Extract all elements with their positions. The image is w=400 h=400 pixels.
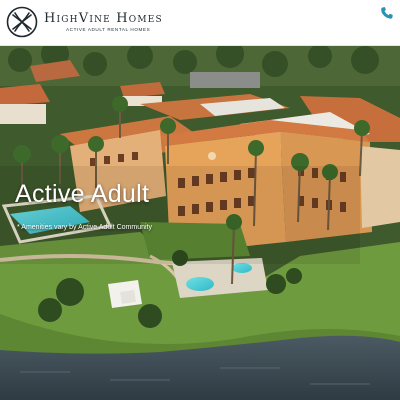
hero-subtitle: * Amenities vary by Active Adult Communi… [17,224,152,231]
brand-text: HighVine Homes ACTIVE ADULT RENTAL HOMES [44,12,163,33]
vine-logo-icon [6,6,38,38]
site-header: HighVine Homes ACTIVE ADULT RENTAL HOMES [0,0,400,46]
hero-banner: Active Adult * Amenities vary by Active … [0,46,400,400]
brand-name: HighVine Homes [44,10,163,26]
phone-icon[interactable] [380,6,394,20]
brand-logo[interactable]: HighVine Homes ACTIVE ADULT RENTAL HOMES [6,6,163,38]
aerial-resort-community-photo [0,46,400,400]
brand-tagline: ACTIVE ADULT RENTAL HOMES [66,26,151,32]
hero-title: Active Adult [15,180,150,208]
